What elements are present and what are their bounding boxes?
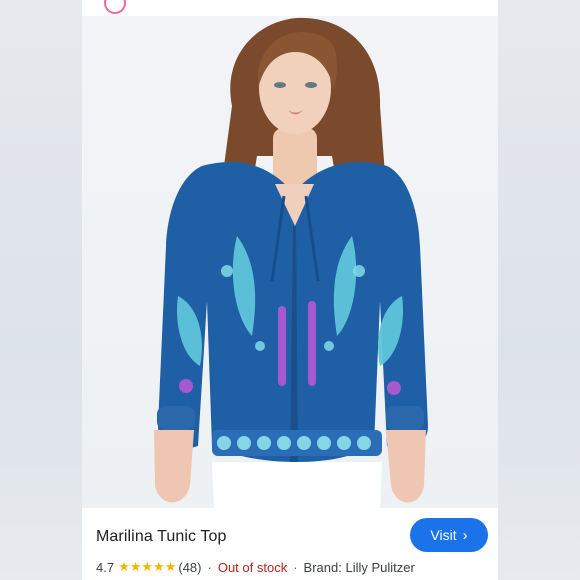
visit-label: Visit bbox=[430, 527, 457, 543]
star-rating-icon: ★★★★★ bbox=[118, 559, 177, 574]
separator-dot: · bbox=[293, 559, 298, 575]
rating-value: 4.7 bbox=[96, 559, 115, 575]
brand-label: Brand: Lilly Pulitzer bbox=[303, 559, 415, 575]
top-strip bbox=[82, 0, 498, 16]
product-meta: 4.7 ★★★★★ (48) · Out of stock · Brand: L… bbox=[96, 559, 415, 575]
product-info: Marilina Tunic Top Visit › 4.7 ★★★★★ (48… bbox=[82, 508, 498, 580]
separator-dot: · bbox=[207, 559, 212, 575]
chevron-right-icon: › bbox=[462, 526, 468, 544]
product-title: Marilina Tunic Top bbox=[96, 528, 227, 545]
product-image[interactable] bbox=[82, 16, 498, 508]
product-card[interactable]: Marilina Tunic Top Visit › 4.7 ★★★★★ (48… bbox=[82, 0, 498, 580]
review-count[interactable]: (48) bbox=[178, 560, 201, 575]
product-photo-svg bbox=[154, 17, 428, 508]
stock-status: Out of stock bbox=[217, 559, 288, 575]
site-logo-icon bbox=[104, 0, 126, 14]
right-background-panel bbox=[498, 0, 580, 580]
visit-button[interactable]: Visit › bbox=[410, 518, 488, 552]
left-background-panel bbox=[0, 0, 82, 580]
